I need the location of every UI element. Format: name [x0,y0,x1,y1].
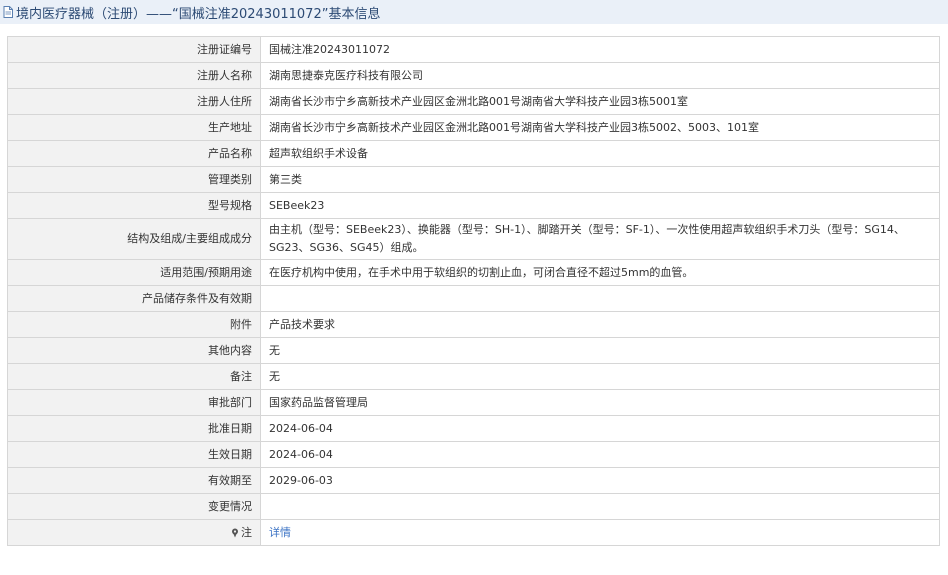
pin-icon [232,528,238,537]
page-title: 境内医疗器械（注册）——“国械注准20243011072”基本信息 [16,6,381,22]
row-label: 变更情况 [7,493,261,520]
row-value: 产品技术要求 [260,311,940,338]
note-row: 注 详情 [7,519,940,546]
row-value [260,493,940,520]
row-value: 无 [260,337,940,364]
row-value: 超声软组织手术设备 [260,140,940,167]
row-label: 生产地址 [7,114,261,141]
row-value: 在医疗机构中使用，在手术中用于软组织的切割止血，可闭合直径不超过5mm的血管。 [260,259,940,286]
table-row: 管理类别 第三类 [7,166,940,193]
table-row: 生产地址 湖南省长沙市宁乡高新技术产业园区金洲北路001号湖南省大学科技产业园3… [7,114,940,141]
row-label: 附件 [7,311,261,338]
table-row: 其他内容 无 [7,337,940,364]
row-label: 适用范围/预期用途 [7,259,261,286]
row-label: 产品储存条件及有效期 [7,285,261,312]
registration-detail-table: 注册证编号 国械注准20243011072 注册人名称 湖南思捷泰克医疗科技有限… [7,36,940,546]
row-label: 注册证编号 [7,36,261,63]
row-value: 2029-06-03 [260,467,940,494]
row-label: 结构及组成/主要组成成分 [7,218,261,260]
table-row: 产品名称 超声软组织手术设备 [7,140,940,167]
table-row: 审批部门 国家药品监督管理局 [7,389,940,416]
row-label: 批准日期 [7,415,261,442]
row-value: 湖南省长沙市宁乡高新技术产业园区金洲北路001号湖南省大学科技产业园3栋5001… [260,88,940,115]
row-label: 型号规格 [7,192,261,219]
row-label: 生效日期 [7,441,261,468]
row-label: 注册人住所 [7,88,261,115]
table-row: 产品储存条件及有效期 [7,285,940,312]
details-link[interactable]: 详情 [269,526,291,539]
note-label-cell: 注 [7,519,261,546]
row-value: 无 [260,363,940,390]
row-value: 2024-06-04 [260,415,940,442]
table-row: 备注 无 [7,363,940,390]
note-value-cell: 详情 [260,519,940,546]
row-value: SEBeek23 [260,192,940,219]
table-row: 注册人名称 湖南思捷泰克医疗科技有限公司 [7,62,940,89]
row-value: 2024-06-04 [260,441,940,468]
row-label: 注册人名称 [7,62,261,89]
table-row: 结构及组成/主要组成成分 由主机（型号：SEBeek23）、换能器（型号：SH-… [7,218,940,260]
row-label: 产品名称 [7,140,261,167]
table-row: 批准日期 2024-06-04 [7,415,940,442]
row-label: 审批部门 [7,389,261,416]
row-value: 湖南省长沙市宁乡高新技术产业园区金洲北路001号湖南省大学科技产业园3栋5002… [260,114,940,141]
row-value: 第三类 [260,166,940,193]
table-row: 注册人住所 湖南省长沙市宁乡高新技术产业园区金洲北路001号湖南省大学科技产业园… [7,88,940,115]
note-label: 注 [241,525,252,539]
row-value [260,285,940,312]
table-row: 附件 产品技术要求 [7,311,940,338]
table-row: 适用范围/预期用途 在医疗机构中使用，在手术中用于软组织的切割止血，可闭合直径不… [7,259,940,286]
row-label: 有效期至 [7,467,261,494]
table-row: 注册证编号 国械注准20243011072 [7,36,940,63]
table-row: 变更情况 [7,493,940,520]
row-value: 国家药品监督管理局 [260,389,940,416]
table-row: 型号规格 SEBeek23 [7,192,940,219]
table-row: 有效期至 2029-06-03 [7,467,940,494]
page-header: 境内医疗器械（注册）——“国械注准20243011072”基本信息 [0,0,948,24]
row-value: 国械注准20243011072 [260,36,940,63]
row-value: 湖南思捷泰克医疗科技有限公司 [260,62,940,89]
row-label: 备注 [7,363,261,390]
document-icon [3,6,13,18]
row-label: 管理类别 [7,166,261,193]
table-row: 生效日期 2024-06-04 [7,441,940,468]
row-value: 由主机（型号：SEBeek23）、换能器（型号：SH-1）、脚踏开关（型号：SF… [260,218,940,260]
row-label: 其他内容 [7,337,261,364]
